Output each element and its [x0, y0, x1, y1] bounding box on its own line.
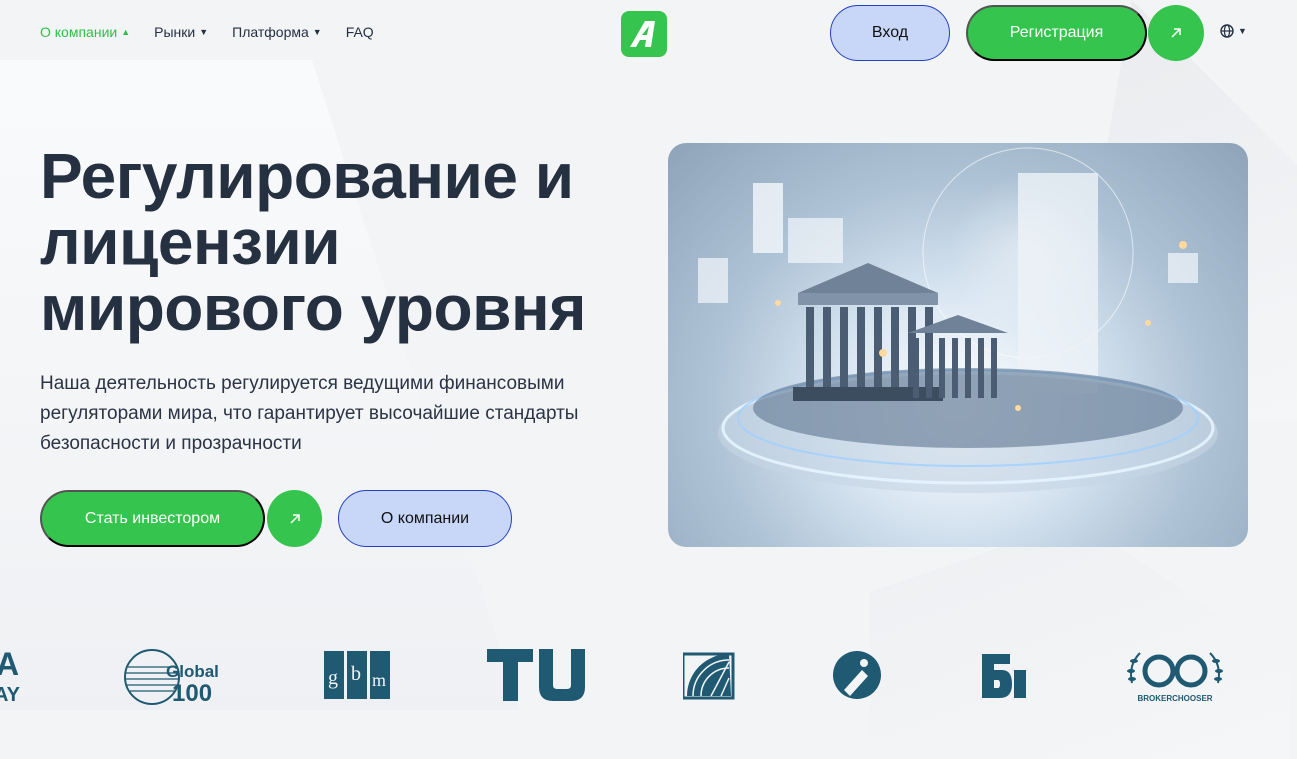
svg-text:AY: AY [0, 684, 21, 705]
page-title: Регулирование и лицензии мирового уровня [40, 140, 586, 344]
nav-item-about[interactable]: О компании ▲ [40, 24, 130, 40]
arrow-up-right-icon [289, 513, 300, 524]
i-circle-logo [832, 640, 882, 710]
bt-logo [980, 640, 1028, 710]
svg-text:m: m [372, 670, 386, 690]
svg-text:A: A [0, 646, 19, 682]
svg-text:Global: Global [166, 662, 219, 681]
chevron-down-icon: ▼ [199, 27, 209, 37]
main-nav: О компании ▲ Рынки ▼ Платформа ▼ FAQ [40, 24, 398, 40]
gbm-logo: g b m [323, 640, 391, 710]
nav-item-label: FAQ [345, 24, 374, 40]
partners-logos: A AY Global 100 g b m [0, 640, 1297, 710]
bank-building-icon [698, 147, 1218, 493]
become-investor-button[interactable]: Стать инвестором [40, 490, 265, 547]
site-header: О компании ▲ Рынки ▼ Платформа ▼ FAQ Вхо… [0, 0, 1297, 68]
hero-subtitle: Наша деятельность регулируется ведущими … [40, 373, 579, 454]
brand-a-logo[interactable] [621, 11, 667, 57]
nav-item-faq[interactable]: FAQ [346, 24, 374, 40]
brand-a-icon [630, 21, 655, 47]
language-switcher[interactable]: ▼ [1220, 24, 1247, 38]
login-button[interactable]: Вход [830, 5, 950, 61]
svg-text:100: 100 [172, 680, 212, 705]
globe-icon [1220, 24, 1234, 38]
globe-grid-logo [683, 640, 735, 710]
nav-item-label: Платформа [232, 24, 309, 40]
become-investor-arrow-button[interactable] [267, 490, 322, 547]
bank-building-illustration [668, 143, 1248, 547]
chevron-up-icon: ▲ [121, 27, 131, 37]
svg-text:b: b [351, 663, 361, 685]
global-100-logo: Global 100 [122, 640, 232, 710]
nav-item-label: О компании [40, 24, 118, 40]
nav-item-platform[interactable]: Платформа ▼ [232, 24, 322, 40]
register-button[interactable]: Регистрация [966, 5, 1147, 61]
about-company-button[interactable]: О компании [338, 490, 512, 547]
tu-logo [487, 640, 585, 710]
arrow-up-right-icon [1171, 28, 1181, 38]
svg-text:g: g [328, 667, 338, 689]
partial-a-logo: A AY [0, 640, 40, 710]
register-arrow-button[interactable] [1148, 5, 1204, 61]
brokerchooser-logo: BROKERCHOOSER [1126, 640, 1224, 710]
chevron-down-icon: ▼ [1238, 26, 1247, 36]
nav-item-markets[interactable]: Рынки ▼ [154, 24, 208, 40]
nav-item-label: Рынки [154, 24, 196, 40]
svg-text:BROKERCHOOSER: BROKERCHOOSER [1137, 694, 1212, 703]
chevron-down-icon: ▼ [312, 27, 322, 37]
